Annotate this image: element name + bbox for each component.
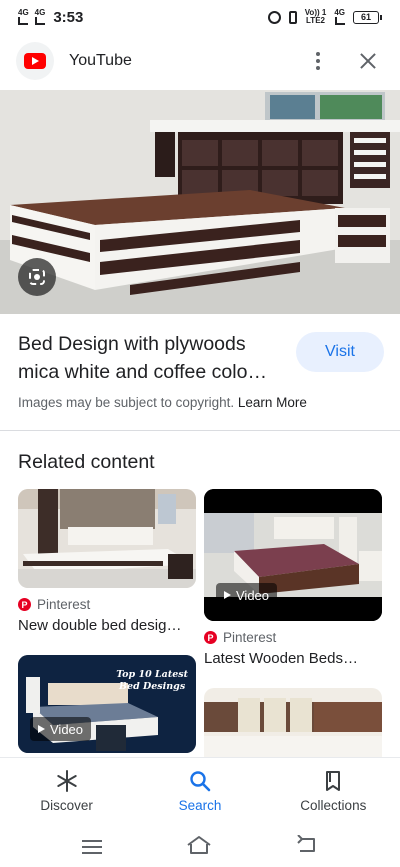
recents-icon[interactable] (82, 840, 102, 854)
home-icon[interactable] (186, 835, 212, 860)
card-source: P Pinterest (18, 597, 196, 612)
related-content-heading: Related content (18, 451, 155, 473)
battery-level: 61 (353, 10, 379, 24)
source-title: YouTube (69, 52, 132, 69)
overlay-text: Top 10 Latest Bed Desings (116, 669, 188, 692)
nav-label: Discover (40, 798, 93, 813)
network-indicator-2: 4G (35, 9, 45, 25)
copyright-text: Images may be subject to copyright. (18, 395, 235, 410)
nav-discover[interactable]: Discover (0, 758, 133, 827)
pinterest-icon: P (18, 598, 31, 611)
youtube-logo-icon (16, 42, 54, 80)
related-card[interactable]: Top 10 Latest Bed Desings Video (18, 655, 196, 753)
clock: 3:53 (53, 8, 84, 26)
network-indicator-3: 4G (334, 9, 345, 25)
card-title[interactable]: New double bed desig… (18, 617, 196, 634)
card-thumbnail[interactable]: Video (204, 489, 382, 621)
signal-icon (334, 17, 345, 25)
learn-more-link[interactable]: Learn More (238, 395, 307, 410)
lens-search-icon[interactable] (18, 258, 56, 296)
bottom-navigation: Discover Search Collections (0, 757, 400, 827)
play-icon (38, 725, 45, 733)
status-left: 4G 4G 3:53 (18, 9, 83, 26)
close-icon[interactable] (356, 49, 380, 73)
card-source: P Pinterest (204, 630, 382, 645)
play-icon (224, 591, 231, 599)
search-icon (188, 768, 212, 794)
status-right: Vo)) 1 LTE2 4G 61 (267, 8, 382, 25)
vibrate-icon (288, 10, 297, 24)
related-card[interactable]: Video P Pinterest Latest Wooden Beds… (204, 489, 382, 667)
collections-icon (321, 768, 345, 794)
back-icon[interactable] (296, 833, 318, 860)
status-bar: 4G 4G 3:53 Vo)) 1 LTE2 4G 61 (0, 0, 400, 34)
card-source-name: Pinterest (37, 597, 91, 612)
alarm-icon (267, 10, 281, 24)
copyright-notice: Images may be subject to copyright. Lear… (18, 395, 307, 410)
card-source-name: Pinterest (223, 630, 277, 645)
card-image (18, 489, 196, 588)
signal-icon (18, 17, 29, 25)
nav-label: Collections (300, 798, 367, 813)
divider (0, 430, 400, 431)
battery-icon: 61 (353, 10, 382, 24)
video-badge: Video (30, 717, 92, 741)
asterisk-icon (55, 768, 79, 794)
result-header: YouTube (0, 38, 400, 84)
bed-photo (0, 90, 400, 314)
result-title[interactable]: Bed Design with plywoods mica white and … (18, 330, 288, 386)
volte-indicator: Vo)) 1 LTE2 (304, 8, 327, 25)
related-card[interactable]: P Pinterest New double bed desig… (18, 489, 196, 634)
more-options-icon[interactable] (306, 49, 330, 73)
card-thumbnail[interactable] (18, 489, 196, 588)
network-indicator-1: 4G (18, 9, 29, 25)
card-thumbnail[interactable]: Top 10 Latest Bed Desings Video (18, 655, 196, 753)
nav-label: Search (178, 798, 222, 813)
nav-collections[interactable]: Collections (267, 758, 400, 827)
result-title-row: Bed Design with plywoods mica white and … (18, 330, 384, 386)
nav-search[interactable]: Search (133, 758, 266, 827)
video-badge: Video (216, 583, 278, 607)
signal-icon (35, 17, 45, 25)
system-navigation (0, 827, 400, 867)
result-image[interactable] (0, 90, 400, 314)
card-title[interactable]: Latest Wooden Beds… (204, 650, 382, 667)
pinterest-icon: P (204, 631, 217, 644)
visit-button[interactable]: Visit (296, 332, 384, 372)
